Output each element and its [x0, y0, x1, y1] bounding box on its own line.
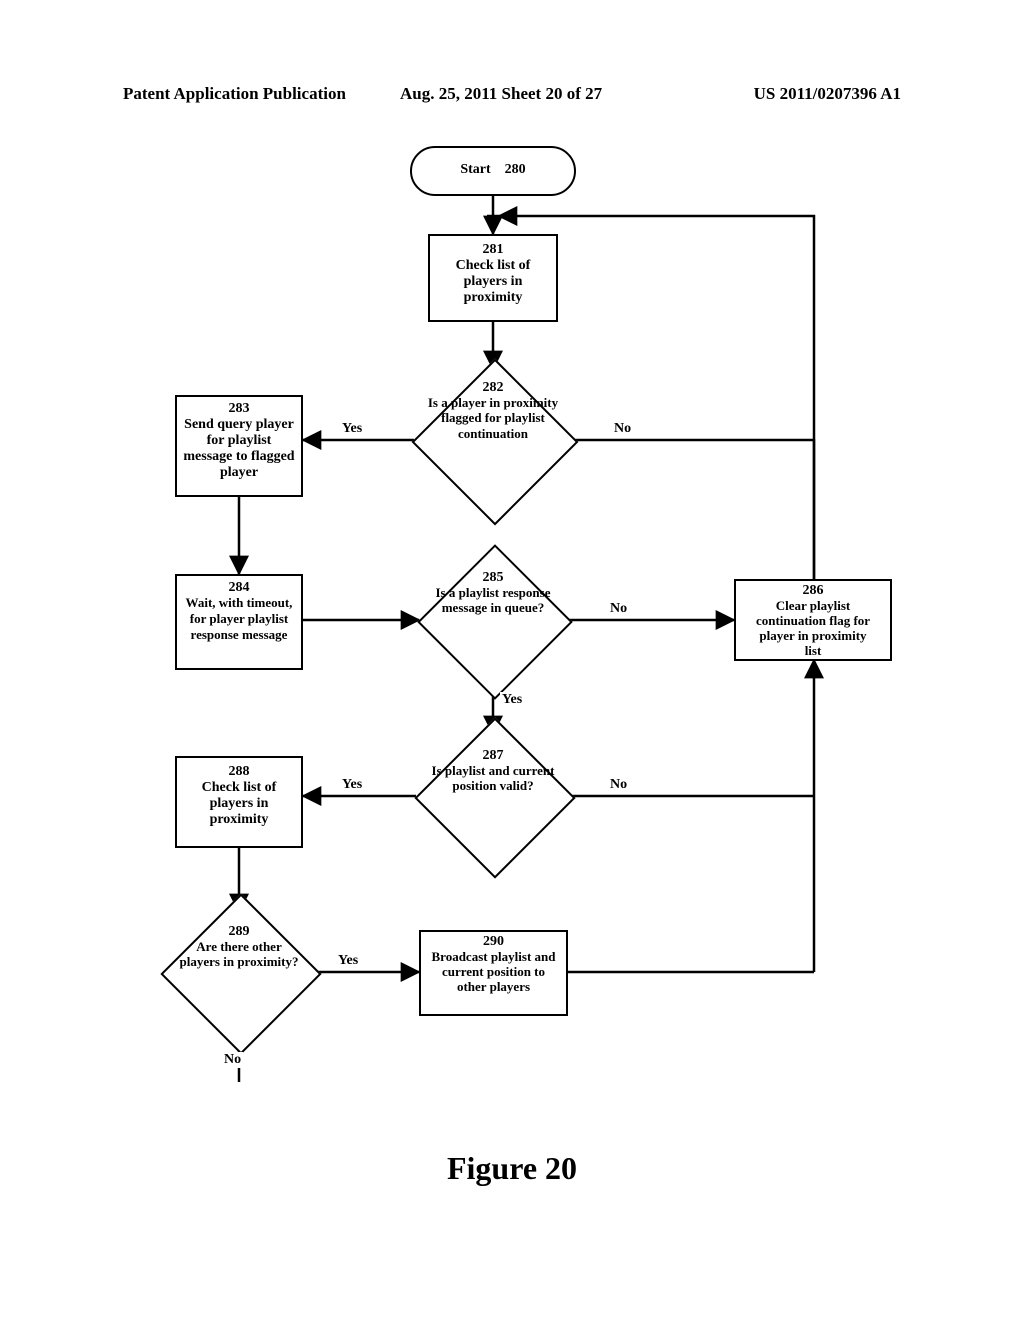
node-286-text: Clear playlist continuation flag for pla…	[756, 598, 870, 658]
label-287-yes: Yes	[340, 777, 364, 793]
header-center: Aug. 25, 2011 Sheet 20 of 27	[400, 84, 602, 104]
node-286-num: 286	[754, 583, 872, 599]
page-header: Patent Application Publication Aug. 25, …	[0, 84, 1024, 106]
node-283-text: Send query player for playlist message t…	[183, 417, 294, 480]
node-281-text: Check list of players in proximity	[456, 258, 531, 305]
node-290: 290 Broadcast playlist and current posit…	[419, 930, 568, 1016]
node-283-num: 283	[181, 401, 297, 417]
node-287-text: Is playlist and current position valid?	[432, 763, 555, 794]
header-left: Patent Application Publication	[123, 84, 346, 104]
node-283: 283 Send query player for playlist messa…	[175, 395, 303, 497]
label-285-no: No	[608, 601, 629, 617]
node-282-num: 282	[483, 380, 504, 395]
node-288-text: Check list of players in proximity	[202, 780, 277, 827]
label-289-yes: Yes	[336, 953, 360, 969]
node-285-num: 285	[483, 570, 504, 585]
node-287-num: 287	[483, 748, 504, 763]
label-287-no: No	[608, 777, 629, 793]
node-288-num: 288	[185, 764, 293, 780]
node-286: 286 Clear playlist continuation flag for…	[734, 579, 892, 661]
figure-title: Figure 20	[0, 1150, 1024, 1187]
node-281-num: 281	[436, 242, 550, 258]
node-282-text: Is a player in proximity flagged for pla…	[428, 395, 558, 441]
node-290-text: Broadcast playlist and current position …	[431, 949, 555, 994]
node-281: 281 Check list of players in proximity	[428, 234, 558, 322]
node-284-num: 284	[181, 580, 297, 596]
label-289-no: No	[222, 1052, 243, 1068]
label-282-no: No	[612, 421, 633, 437]
header-right: US 2011/0207396 A1	[754, 84, 901, 104]
node-290-num: 290	[431, 934, 556, 950]
label-285-yes: Yes	[500, 692, 524, 708]
label-282-yes: Yes	[340, 421, 364, 437]
node-289-num: 289	[229, 924, 250, 939]
node-284-text: Wait, with timeout, for player playlist …	[186, 595, 293, 642]
node-start-280: Start 280	[410, 146, 576, 196]
node-280-text: Start	[460, 162, 490, 177]
page: Patent Application Publication Aug. 25, …	[0, 0, 1024, 1320]
node-289-text: Are there other players in proximity?	[180, 939, 299, 970]
node-280-num: 280	[505, 162, 526, 177]
node-284: 284 Wait, with timeout, for player playl…	[175, 574, 303, 670]
node-288: 288 Check list of players in proximity	[175, 756, 303, 848]
node-285-text: Is a playlist response message in queue?	[436, 585, 551, 616]
